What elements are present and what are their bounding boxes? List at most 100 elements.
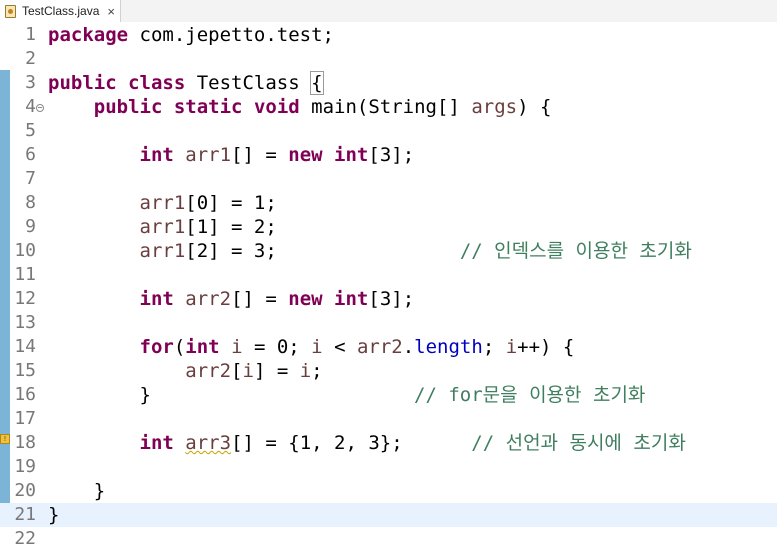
code-token: i [231, 336, 243, 358]
code-line[interactable]: 18 int arr3[] = {1, 2, 3}; // 선언과 동시에 초기… [0, 431, 777, 455]
code-token: } [48, 480, 106, 502]
code-line[interactable]: 22 [0, 527, 777, 551]
code-line[interactable]: 13 [0, 311, 777, 335]
code-token: i [299, 360, 312, 382]
code-line[interactable]: 9 arr1[1] = 2; [0, 215, 777, 239]
code-text: package com.jepetto.test; [48, 23, 334, 47]
code-line[interactable]: 16 } // for문을 이용한 초기화 [0, 383, 777, 407]
code-token: [3]; [368, 288, 415, 310]
code-line[interactable]: 20 } [0, 479, 777, 503]
code-token: [3]; [368, 144, 415, 166]
code-token: { [310, 71, 324, 95]
code-text: for(int i = 0; i < arr2.length; i++) { [48, 335, 575, 359]
code-line[interactable]: 4− public static void main(String[] args… [0, 95, 777, 119]
code-token: int [139, 432, 174, 454]
code-token: ++) { [517, 336, 575, 358]
code-line[interactable]: 8 arr1[0] = 1; [0, 191, 777, 215]
code-text: int arr2[] = new int[3]; [48, 287, 415, 311]
line-number: 6 [25, 144, 36, 165]
code-token: // for문을 이용한 초기화 [414, 384, 646, 406]
line-number: 2 [25, 48, 36, 69]
code-line[interactable]: 5 [0, 119, 777, 143]
line-number: 19 [14, 456, 36, 477]
line-number: 3 [25, 72, 36, 93]
code-token: [1] = 2; [185, 216, 277, 238]
line-number: 18 [14, 432, 36, 453]
code-token: int [139, 288, 174, 310]
code-token: main(String[] [299, 96, 472, 118]
code-token: } [48, 504, 60, 526]
line-number: 7 [25, 168, 36, 189]
code-token: . [402, 336, 415, 358]
code-token: // 인덱스를 이용한 초기화 [459, 240, 692, 262]
line-number: 16 [14, 384, 36, 405]
code-line[interactable]: 1 package com.jepetto.test; [0, 23, 777, 47]
line-number: 14 [14, 336, 36, 357]
code-token: [] = [231, 288, 289, 310]
line-number: 12 [14, 288, 36, 309]
code-editor[interactable]: ! 1 package com.jepetto.test; 2 3 public cla… [0, 22, 777, 555]
code-token: for [139, 336, 174, 358]
line-number: 17 [14, 408, 36, 429]
line-number: 13 [14, 312, 36, 333]
tab-testclass-java[interactable]: TestClass.java × [0, 0, 121, 22]
close-icon[interactable]: × [107, 5, 115, 18]
code-line[interactable]: 11 [0, 263, 777, 287]
code-token: package [48, 24, 129, 46]
code-token: arr1 [139, 192, 186, 214]
line-number: 1 [25, 24, 36, 45]
code-line[interactable]: 10 arr1[2] = 3; // 인덱스를 이용한 초기화 [0, 239, 777, 263]
code-token: arr2 [185, 288, 232, 310]
code-token: i [505, 336, 518, 358]
code-token: ; [311, 360, 323, 382]
line-number: 21 [14, 504, 36, 525]
code-text: } // for문을 이용한 초기화 [48, 383, 646, 407]
line-number: 8 [25, 192, 36, 213]
java-file-icon [5, 4, 16, 18]
code-text: arr1[1] = 2; [48, 215, 277, 239]
code-token: com.jepetto.test; [128, 24, 334, 46]
code-token: class [128, 72, 186, 94]
code-token: int [334, 144, 369, 166]
code-line[interactable]: 6 int arr1[] = new int[3]; [0, 143, 777, 167]
line-number: 9 [25, 216, 36, 237]
line-number: 5 [25, 120, 36, 141]
code-text: int arr1[] = new int[3]; [48, 143, 415, 167]
code-token: arr3 [185, 432, 232, 454]
code-token: arr1 [139, 216, 186, 238]
code-line[interactable]: 19 [0, 455, 777, 479]
code-token: args [471, 96, 518, 118]
code-token: [ [231, 360, 243, 382]
code-line[interactable]: 21} [0, 503, 777, 527]
code-token: static [173, 96, 243, 118]
code-token: int [334, 288, 369, 310]
code-token: new [288, 144, 323, 166]
code-token: } [48, 384, 415, 406]
code-token: ; [482, 336, 506, 358]
code-line[interactable]: 12 int arr2[] = new int[3]; [0, 287, 777, 311]
line-number: 15 [14, 360, 36, 381]
code-token: i [242, 360, 254, 382]
code-line[interactable]: 17 [0, 407, 777, 431]
code-line[interactable]: 15 arr2[i] = i; [0, 359, 777, 383]
code-line[interactable]: 2 [0, 47, 777, 71]
fold-toggle-icon[interactable]: − [36, 104, 44, 112]
code-text: } [48, 503, 59, 527]
code-line[interactable]: 14 for(int i = 0; i < arr2.length; i++) … [0, 335, 777, 359]
code-token: ) { [517, 96, 552, 118]
code-text: arr2[i] = i; [48, 359, 323, 383]
code-line[interactable]: 7 [0, 167, 777, 191]
editor-tab-bar: TestClass.java × [0, 0, 777, 23]
code-line[interactable]: 3 public class TestClass { [0, 71, 777, 95]
